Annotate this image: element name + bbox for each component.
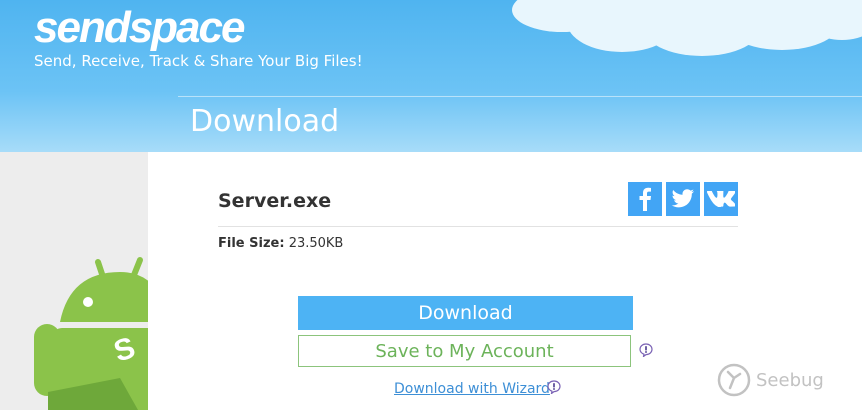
file-size: File Size: 23.50KB xyxy=(218,236,343,251)
save-to-account-button[interactable]: Save to My Account xyxy=(298,335,631,367)
logo-text-send: send xyxy=(34,3,131,52)
logo-text-space: space xyxy=(128,3,246,52)
help-icon[interactable] xyxy=(547,380,561,394)
facebook-icon xyxy=(639,187,651,211)
vk-icon xyxy=(707,191,735,207)
file-name: Server.exe xyxy=(218,190,332,212)
file-size-label: File Size: xyxy=(218,236,285,251)
android-mascot-icon: S xyxy=(34,257,148,410)
seebug-logo-icon xyxy=(717,363,751,397)
vk-share-button[interactable] xyxy=(704,182,738,216)
twitter-share-button[interactable] xyxy=(666,182,700,216)
site-header: sendspace Send, Receive, Track & Share Y… xyxy=(0,0,862,152)
divider xyxy=(218,226,738,227)
file-size-value: 23.50KB xyxy=(288,236,344,251)
sendspace-logo[interactable]: sendspace xyxy=(34,3,246,52)
facebook-share-button[interactable] xyxy=(628,182,662,216)
page-title: Download xyxy=(190,104,340,139)
left-side-panel: S xyxy=(0,152,148,410)
download-button[interactable]: Download xyxy=(298,296,633,330)
seebug-watermark: Seebug xyxy=(716,362,824,398)
clouds-decoration xyxy=(512,0,862,56)
twitter-icon xyxy=(671,189,695,208)
site-tagline: Send, Receive, Track & Share Your Big Fi… xyxy=(34,52,363,70)
watermark-text: Seebug xyxy=(756,369,824,391)
help-icon[interactable] xyxy=(639,343,653,357)
download-wizard-link[interactable]: Download with Wizard xyxy=(394,381,550,397)
